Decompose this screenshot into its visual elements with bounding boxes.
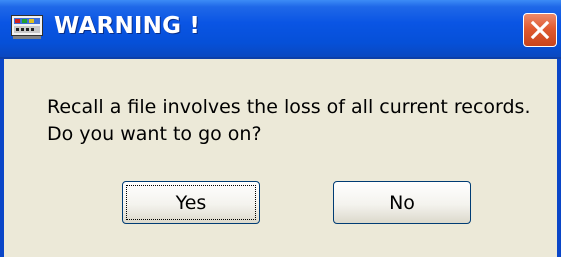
yes-button-label: Yes xyxy=(175,191,207,214)
message-line-1: Recall a file involves the loss of all c… xyxy=(47,96,531,118)
warning-dialog: WARNING ! Recall a file involves the los… xyxy=(0,0,561,257)
close-icon xyxy=(530,20,550,40)
title-bar[interactable]: WARNING ! xyxy=(0,0,561,59)
dialog-message: Recall a file involves the loss of all c… xyxy=(47,94,531,148)
app-window-icon xyxy=(11,15,43,39)
window-title: WARNING ! xyxy=(54,13,201,39)
no-button-label: No xyxy=(389,191,415,214)
close-button[interactable] xyxy=(523,13,557,47)
no-button[interactable]: No xyxy=(333,181,471,224)
yes-button[interactable]: Yes xyxy=(122,181,260,224)
message-line-2: Do you want to go on? xyxy=(47,123,262,145)
